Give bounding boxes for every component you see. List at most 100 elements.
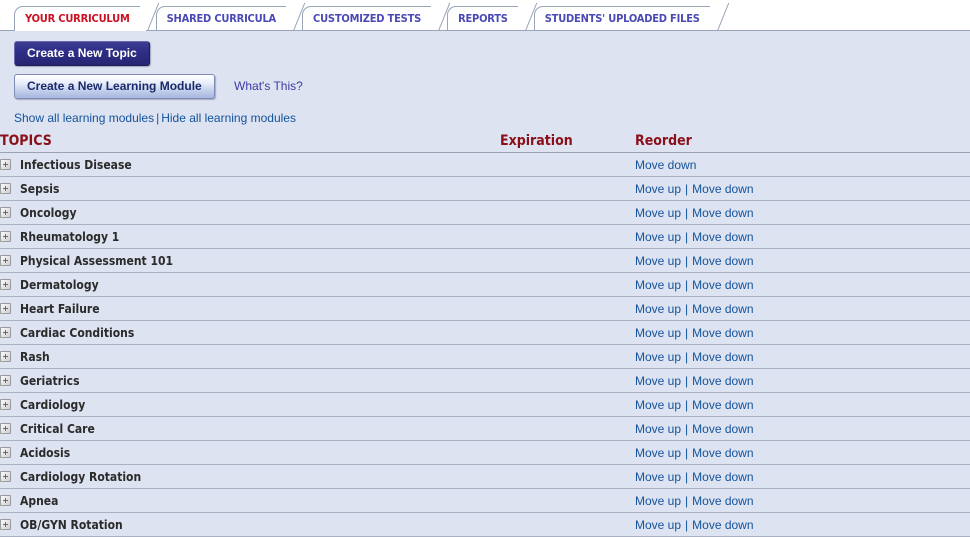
move-down-link[interactable]: Move down: [692, 470, 753, 484]
table-row: Geriatrics Move up | Move down: [0, 368, 970, 393]
move-up-link[interactable]: Move up: [635, 278, 681, 292]
expand-plus-icon[interactable]: [0, 279, 11, 290]
whats-this-link[interactable]: What's This?: [234, 79, 303, 93]
tab-your-curriculum[interactable]: YOUR CURRICULUM: [14, 6, 146, 31]
topic-name[interactable]: Infectious Disease: [20, 158, 132, 172]
tab-students-uploaded-files[interactable]: STUDENTS' UPLOADED FILES: [533, 6, 710, 30]
move-up-link[interactable]: Move up: [635, 422, 681, 436]
topic-name[interactable]: Rheumatology 1: [20, 230, 119, 244]
expiration-cell: [500, 248, 635, 273]
move-up-link[interactable]: Move up: [635, 302, 681, 316]
expand-plus-icon[interactable]: [0, 231, 11, 242]
expand-plus-icon[interactable]: [0, 255, 11, 266]
move-up-link[interactable]: Move up: [635, 470, 681, 484]
expand-plus-icon[interactable]: [0, 399, 11, 410]
topic-name[interactable]: Apnea: [20, 494, 58, 508]
table-row: Oncology Move up | Move down: [0, 200, 970, 225]
expand-plus-icon[interactable]: [0, 471, 11, 482]
move-up-link[interactable]: Move up: [635, 518, 681, 532]
move-up-link[interactable]: Move up: [635, 398, 681, 412]
move-up-link[interactable]: Move up: [635, 494, 681, 508]
topic-name[interactable]: Heart Failure: [20, 302, 100, 316]
hide-all-learning-modules-link[interactable]: Hide all learning modules: [161, 111, 296, 125]
topic-name[interactable]: Cardiac Conditions: [20, 326, 134, 340]
expand-plus-icon[interactable]: [0, 423, 11, 434]
move-down-link[interactable]: Move down: [692, 326, 753, 340]
move-down-link[interactable]: Move down: [692, 254, 753, 268]
expand-plus-icon[interactable]: [0, 159, 11, 170]
move-down-link[interactable]: Move down: [692, 182, 753, 196]
topic-name[interactable]: Sepsis: [20, 182, 59, 196]
tab-shared-curricula[interactable]: SHARED CURRICULA: [155, 6, 287, 30]
expand-plus-icon[interactable]: [0, 183, 11, 194]
move-down-link[interactable]: Move down: [692, 302, 753, 316]
expiration-cell: [500, 416, 635, 441]
table-row: Rheumatology 1 Move up | Move down: [0, 224, 970, 249]
expiration-cell: [500, 224, 635, 249]
expand-plus-icon[interactable]: [0, 495, 11, 506]
column-header-topics: TOPICS: [0, 133, 500, 153]
topic-name-cell: Geriatrics: [0, 368, 500, 393]
reorder-separator: |: [685, 277, 689, 292]
column-header-reorder: Reorder: [635, 133, 970, 153]
tab-reports[interactable]: REPORTS: [447, 6, 518, 30]
reorder-separator: |: [685, 325, 689, 340]
expand-plus-icon[interactable]: [0, 447, 11, 458]
expiration-cell: [500, 512, 635, 537]
move-down-link[interactable]: Move down: [692, 350, 753, 364]
topic-name[interactable]: Cardiology Rotation: [20, 470, 141, 484]
move-down-link[interactable]: Move down: [692, 230, 753, 244]
tab-customized-tests[interactable]: CUSTOMIZED TESTS: [302, 6, 432, 30]
expiration-cell: [500, 272, 635, 297]
move-down-link[interactable]: Move down: [692, 422, 753, 436]
reorder-separator: |: [685, 493, 689, 508]
topic-name-cell: Oncology: [0, 200, 500, 225]
topic-name[interactable]: Rash: [20, 350, 50, 364]
expand-plus-icon[interactable]: [0, 207, 11, 218]
expand-plus-icon[interactable]: [0, 351, 11, 362]
move-down-link[interactable]: Move down: [692, 398, 753, 412]
reorder-cell: Move down: [635, 152, 970, 177]
move-up-link[interactable]: Move up: [635, 374, 681, 388]
show-all-learning-modules-link[interactable]: Show all learning modules: [14, 111, 154, 125]
expiration-cell: [500, 200, 635, 225]
reorder-cell: Move up | Move down: [635, 320, 970, 345]
toolbar: Create a New Topic Create a New Learning…: [0, 31, 970, 99]
topic-name-cell: Infectious Disease: [0, 152, 500, 177]
move-up-link[interactable]: Move up: [635, 446, 681, 460]
move-down-link[interactable]: Move down: [692, 278, 753, 292]
move-up-link[interactable]: Move up: [635, 326, 681, 340]
move-up-link[interactable]: Move up: [635, 182, 681, 196]
move-up-link[interactable]: Move up: [635, 230, 681, 244]
topic-name[interactable]: Geriatrics: [20, 374, 80, 388]
table-row: Dermatology Move up | Move down: [0, 272, 970, 297]
move-down-link[interactable]: Move down: [692, 518, 753, 532]
create-new-learning-module-button[interactable]: Create a New Learning Module: [14, 74, 215, 99]
expand-plus-icon[interactable]: [0, 519, 11, 530]
move-down-link[interactable]: Move down: [692, 374, 753, 388]
move-up-link[interactable]: Move up: [635, 254, 681, 268]
reorder-cell: Move up | Move down: [635, 200, 970, 225]
expand-plus-icon[interactable]: [0, 327, 11, 338]
move-down-link[interactable]: Move down: [692, 206, 753, 220]
move-down-link[interactable]: Move down: [692, 494, 753, 508]
expand-plus-icon[interactable]: [0, 303, 11, 314]
reorder-separator: |: [685, 397, 689, 412]
move-up-link[interactable]: Move up: [635, 350, 681, 364]
create-new-topic-button[interactable]: Create a New Topic: [14, 41, 150, 66]
expiration-cell: [500, 440, 635, 465]
topic-name[interactable]: Cardiology: [20, 398, 85, 412]
topic-name[interactable]: Dermatology: [20, 278, 99, 292]
topic-name-cell: Acidosis: [0, 440, 500, 465]
topics-table: TOPICS Expiration Reorder Infectious Dis…: [0, 133, 970, 537]
topic-name[interactable]: Physical Assessment 101: [20, 254, 173, 268]
topic-name[interactable]: Acidosis: [20, 446, 70, 460]
topic-name-cell: Rheumatology 1: [0, 224, 500, 249]
topic-name[interactable]: OB/GYN Rotation: [20, 518, 123, 532]
topic-name[interactable]: Critical Care: [20, 422, 95, 436]
topic-name[interactable]: Oncology: [20, 206, 77, 220]
move-down-link[interactable]: Move down: [692, 446, 753, 460]
move-up-link[interactable]: Move up: [635, 206, 681, 220]
expand-plus-icon[interactable]: [0, 375, 11, 386]
move-down-link[interactable]: Move down: [635, 158, 696, 172]
